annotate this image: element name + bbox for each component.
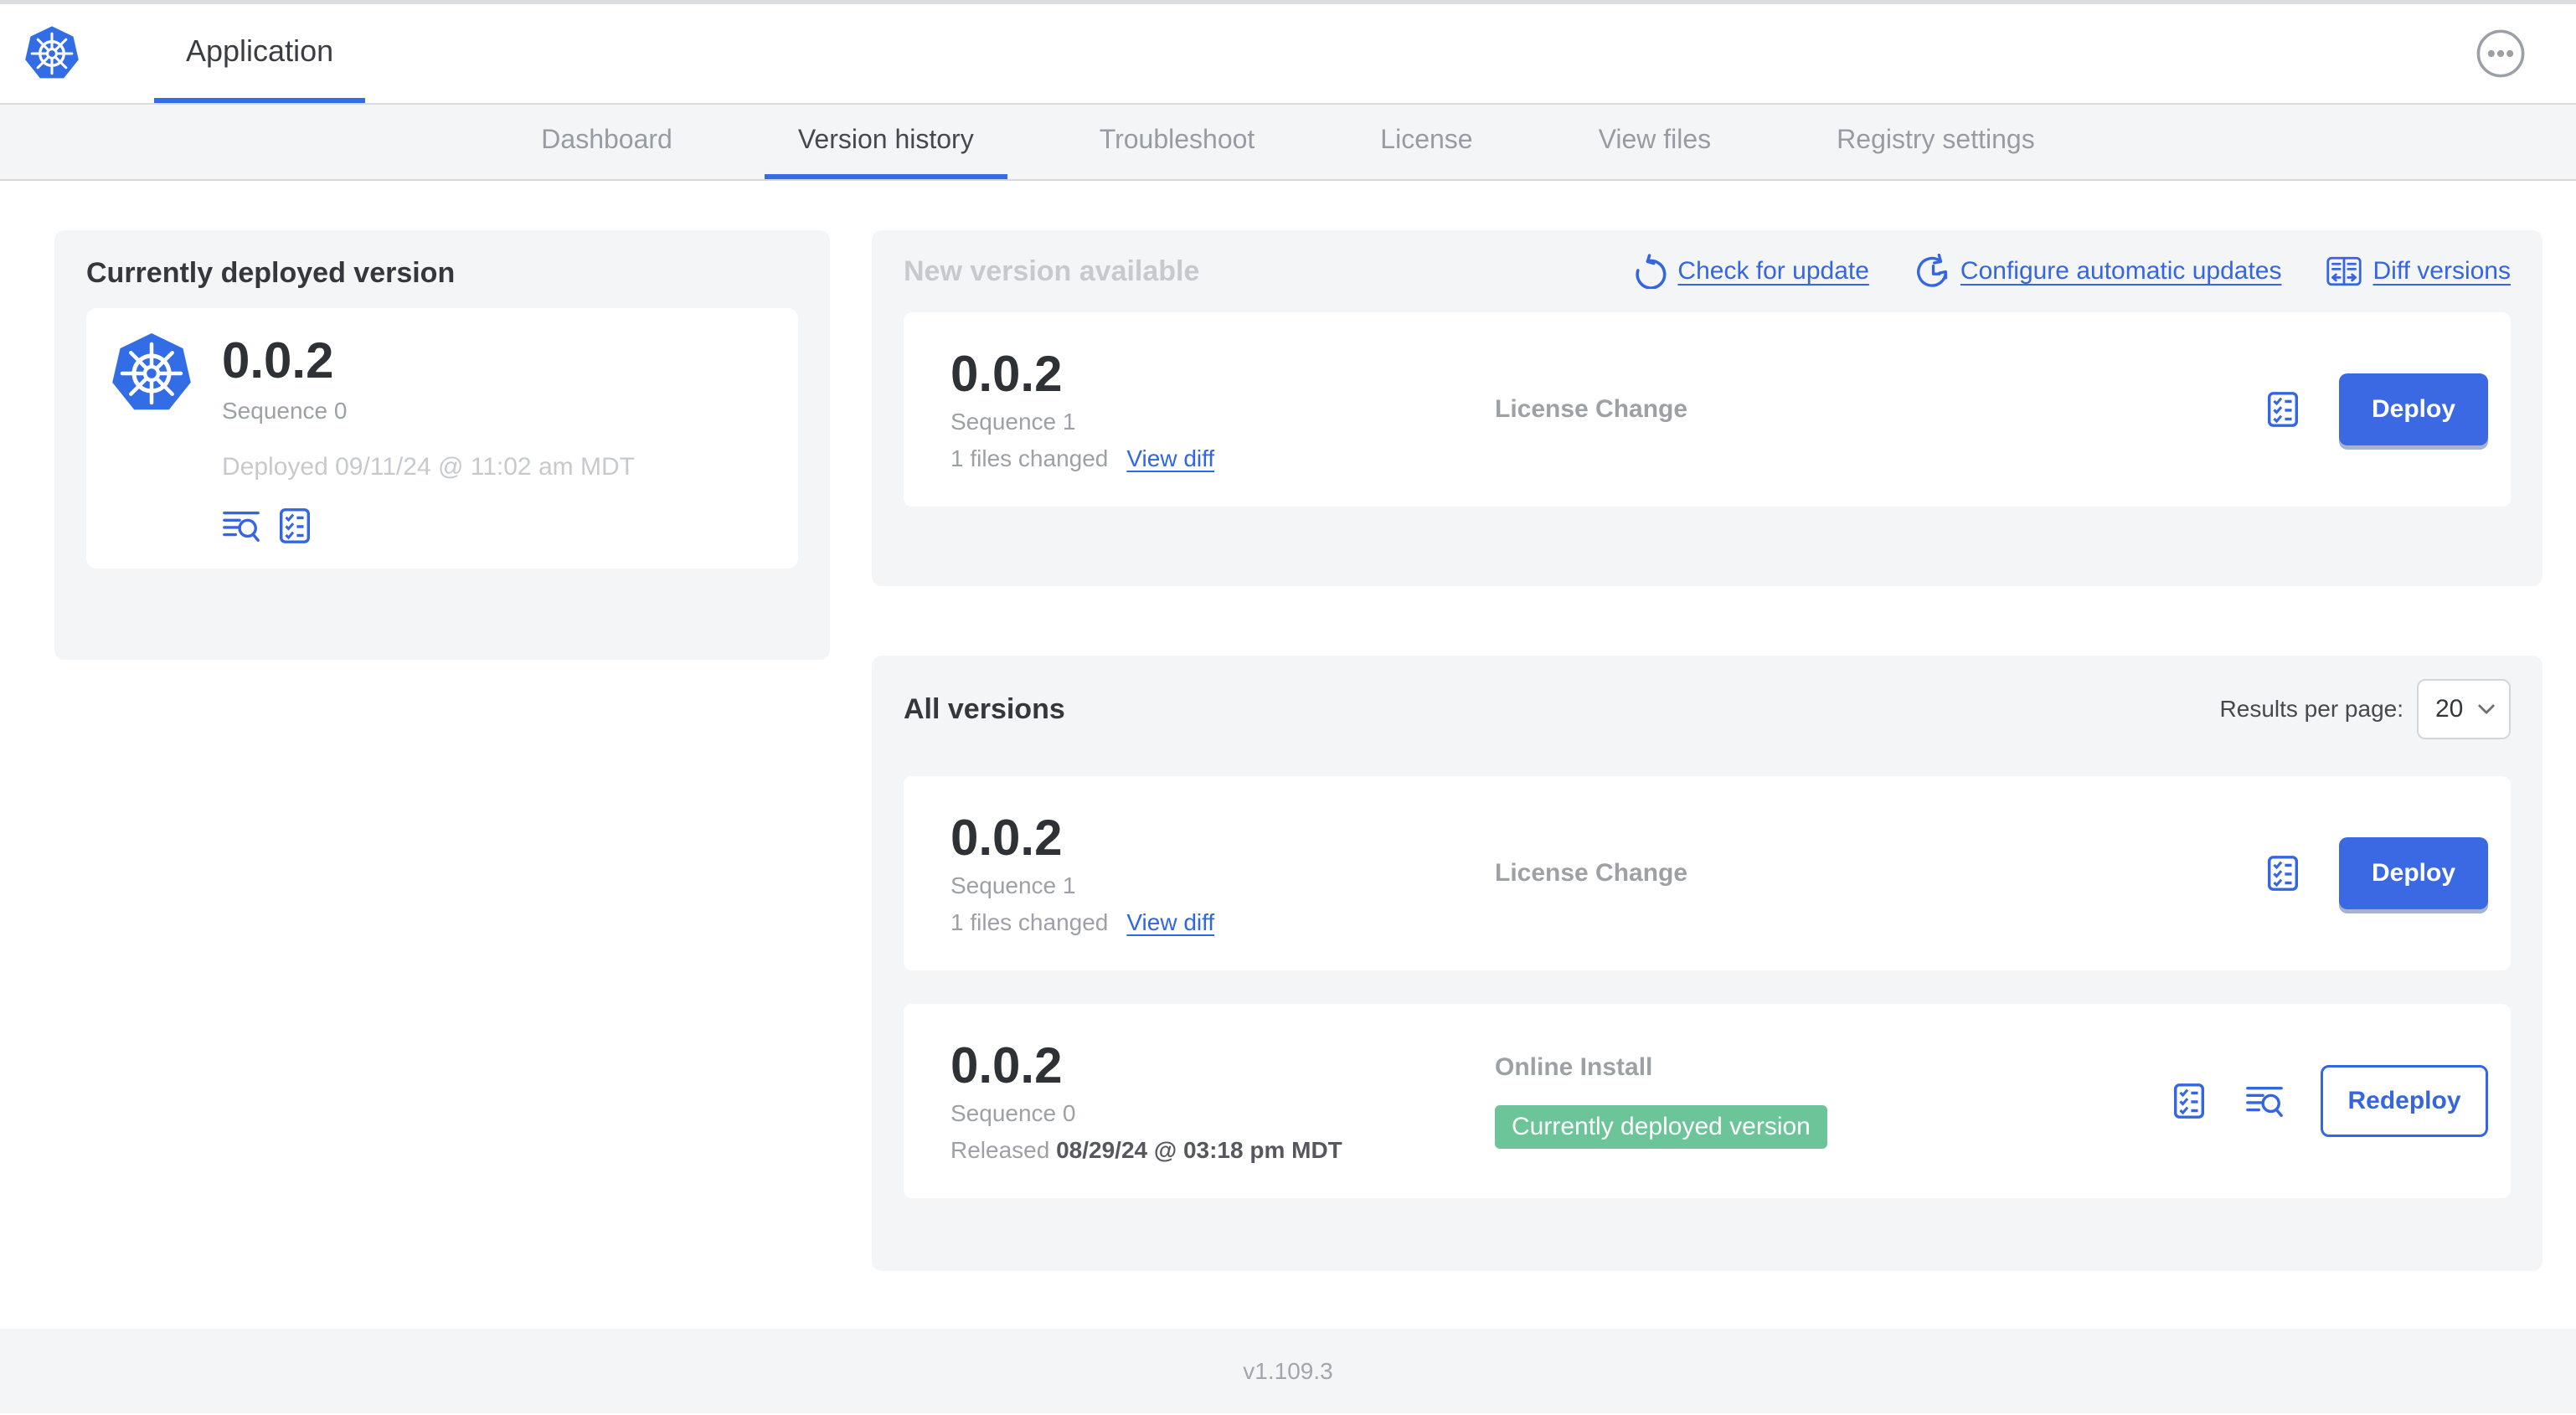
view-diff-link[interactable]: View diff — [1126, 909, 1214, 936]
new-version-header: New version available Check for update C… — [904, 254, 2511, 289]
refresh-icon — [1636, 254, 1667, 289]
main-content: Currently deployed version 0.0.2 Sequenc… — [0, 181, 2576, 1329]
preflight-checks-button[interactable] — [2264, 390, 2302, 429]
ellipsis-icon — [2476, 29, 2525, 78]
tab-license[interactable]: License — [1347, 105, 1506, 179]
sequence-label: Sequence 0 — [222, 398, 348, 424]
deploy-button[interactable]: Deploy — [2339, 837, 2488, 909]
version-row: 0.0.2 Sequence 1 1 files changed View di… — [904, 776, 2511, 970]
version-label: 0.0.2 — [951, 810, 1063, 866]
results-per-page-value: 20 — [2435, 695, 2464, 723]
version-source-label: License Change — [1495, 859, 1688, 887]
released-timestamp: Released 08/29/24 @ 03:18 pm MDT — [951, 1137, 1495, 1164]
version-info: 0.0.2 Sequence 1 1 files changed View di… — [951, 347, 1495, 472]
tab-version-history[interactable]: Version history — [764, 105, 1007, 179]
tab-view-files[interactable]: View files — [1565, 105, 1745, 179]
chevron-down-icon — [2478, 704, 2495, 714]
deploy-button[interactable]: Deploy — [2339, 373, 2488, 445]
deployed-timestamp: Deployed 09/11/24 @ 11:02 am MDT — [222, 453, 635, 481]
tab-application[interactable]: Application — [154, 4, 366, 103]
currently-deployed-panel: Currently deployed version 0.0.2 Sequenc… — [54, 230, 830, 660]
app-title: Application — [186, 33, 334, 68]
logs-icon — [223, 511, 260, 542]
check-for-update-label: Check for update — [1677, 257, 1869, 285]
current-version-actions — [222, 507, 635, 545]
preflight-checks-button[interactable] — [2170, 1082, 2208, 1120]
diff-icon — [2326, 256, 2362, 286]
tab-troubleshoot[interactable]: Troubleshoot — [1066, 105, 1289, 179]
version-actions: Deploy — [2264, 373, 2488, 445]
preflight-checks-button[interactable] — [2264, 854, 2302, 893]
logs-icon — [2246, 1086, 2283, 1117]
new-version-card: 0.0.2 Sequence 1 1 files changed View di… — [904, 312, 2511, 507]
kots-admin-console: Application Dashboard Version history Tr… — [0, 0, 2576, 1415]
app-header: Application — [0, 4, 2576, 105]
version-source-label: Online Install — [1495, 1053, 1653, 1081]
view-logs-button[interactable] — [222, 507, 260, 545]
currently-deployed-badge: Currently deployed version — [1495, 1105, 1827, 1149]
currently-deployed-info: 0.0.2 Sequence 0 Deployed 09/11/24 @ 11:… — [222, 332, 635, 545]
version-info: 0.0.2 Sequence 1 1 files changed View di… — [951, 810, 1495, 936]
checklist-icon — [279, 508, 311, 543]
kubernetes-logo-icon — [23, 25, 80, 82]
files-changed-label: 1 files changed — [951, 445, 1109, 471]
update-actions: Check for update Configure automatic upd… — [1631, 254, 2511, 289]
configure-automatic-updates-label: Configure automatic updates — [1960, 257, 2282, 285]
tab-dashboard[interactable]: Dashboard — [507, 105, 706, 179]
results-per-page: Results per page: 20 — [2220, 679, 2511, 739]
version-actions: Redeploy — [2170, 1065, 2488, 1137]
diff-versions-label: Diff versions — [2372, 257, 2511, 285]
files-changed-row: 1 files changed View diff — [951, 909, 1495, 936]
version-label: 0.0.2 — [222, 332, 334, 388]
preflight-checks-button[interactable] — [276, 507, 314, 545]
all-versions-panel: All versions Results per page: 20 0.0.2 … — [872, 656, 2543, 1271]
checklist-icon — [2267, 392, 2299, 427]
version-actions: Deploy — [2264, 837, 2488, 909]
app-subnav: Dashboard Version history Troubleshoot L… — [0, 105, 2576, 181]
version-label: 0.0.2 — [951, 346, 1063, 402]
files-changed-label: 1 files changed — [951, 909, 1109, 935]
currently-deployed-card: 0.0.2 Sequence 0 Deployed 09/11/24 @ 11:… — [86, 308, 798, 569]
scheduled-update-icon — [1916, 254, 1948, 287]
currently-deployed-title: Currently deployed version — [86, 257, 456, 289]
configure-automatic-updates-link[interactable]: Configure automatic updates — [1914, 254, 2282, 289]
all-versions-title: All versions — [904, 692, 1065, 725]
view-logs-button[interactable] — [2245, 1082, 2284, 1120]
new-version-title: New version available — [904, 255, 1200, 287]
sequence-label: Sequence 0 — [951, 1100, 1076, 1126]
results-per-page-label: Results per page: — [2219, 696, 2403, 722]
diff-versions-link[interactable]: Diff versions — [2326, 254, 2511, 289]
version-source-label: License Change — [1495, 395, 1688, 423]
console-version-label: v1.109.3 — [1243, 1357, 1333, 1384]
version-label: 0.0.2 — [951, 1037, 1063, 1093]
all-versions-header: All versions Results per page: 20 — [904, 679, 2511, 739]
tab-registry-settings[interactable]: Registry settings — [1803, 105, 2069, 179]
sequence-label: Sequence 1 — [951, 872, 1076, 898]
checklist-icon — [2267, 856, 2299, 891]
version-info: 0.0.2 Sequence 0 Released 08/29/24 @ 03:… — [951, 1038, 1495, 1164]
results-per-page-select[interactable]: 20 — [2417, 679, 2511, 739]
redeploy-button[interactable]: Redeploy — [2321, 1065, 2488, 1137]
kubernetes-logo-icon — [110, 332, 193, 415]
check-for-update-link[interactable]: Check for update — [1631, 254, 1869, 289]
app-footer: v1.109.3 — [0, 1329, 2576, 1413]
overflow-menu-button[interactable] — [2476, 28, 2526, 79]
header-spacer — [365, 4, 2476, 103]
new-version-panel: New version available Check for update C… — [872, 230, 2543, 586]
released-label: Released — [951, 1137, 1050, 1163]
version-status: Online Install Currently deployed versio… — [1495, 1053, 2170, 1149]
files-changed-row: 1 files changed View diff — [951, 445, 1495, 472]
released-date: 08/29/24 @ 03:18 pm MDT — [1056, 1137, 1342, 1163]
view-diff-link[interactable]: View diff — [1126, 445, 1214, 472]
version-row: 0.0.2 Sequence 0 Released 08/29/24 @ 03:… — [904, 1004, 2511, 1198]
checklist-icon — [2173, 1083, 2205, 1119]
sequence-label: Sequence 1 — [951, 409, 1076, 435]
right-column: New version available Check for update C… — [872, 230, 2543, 1329]
